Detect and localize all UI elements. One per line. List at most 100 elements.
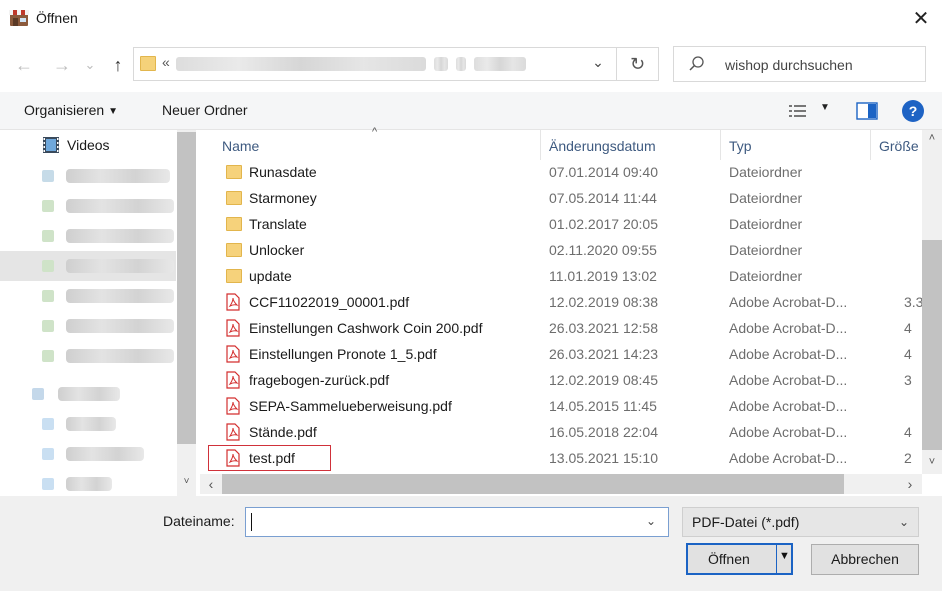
sidebar-item-redacted[interactable] xyxy=(0,281,176,311)
sidebar-item-redacted[interactable] xyxy=(0,439,176,469)
network-icon xyxy=(32,388,44,400)
horizontal-scrollbar-thumb[interactable] xyxy=(222,474,844,494)
sidebar-label-redacted xyxy=(66,199,174,213)
pdf-file-icon xyxy=(226,345,240,363)
organize-button[interactable]: Organisieren ▼ xyxy=(24,102,118,118)
file-date: 26.03.2021 12:58 xyxy=(549,320,658,336)
shop-icon xyxy=(9,10,29,26)
up-button[interactable]: ↑ xyxy=(106,54,130,76)
column-name[interactable]: Name xyxy=(222,138,259,154)
sidebar-label-redacted xyxy=(66,169,170,183)
sidebar-item-label: Videos xyxy=(67,137,110,153)
details-view-icon xyxy=(789,105,806,117)
file-row[interactable]: Einstellungen Pronote 1_5.pdf 26.03.2021 … xyxy=(200,342,922,368)
address-path-redacted xyxy=(456,57,466,71)
navigation-pane[interactable]: Videos ˅ xyxy=(0,130,196,496)
recent-locations-button[interactable]: ⌄ xyxy=(82,54,98,76)
file-row[interactable]: Einstellungen Cashwork Coin 200.pdf 26.03… xyxy=(200,316,922,342)
open-options-arrow-icon[interactable]: ▼ xyxy=(779,550,790,562)
sidebar-item-redacted[interactable] xyxy=(0,161,176,191)
sidebar-item-redacted[interactable] xyxy=(0,311,176,341)
close-button[interactable]: ✕ xyxy=(908,6,934,32)
file-name: Einstellungen Pronote 1_5.pdf xyxy=(249,346,437,362)
address-bar[interactable]: « ⌄ xyxy=(133,47,617,81)
file-row[interactable]: Starmoney 07.05.2014 11:44 Dateiordner xyxy=(200,186,922,212)
folder-icon xyxy=(226,269,242,283)
sidebar-item-redacted[interactable] xyxy=(0,409,176,439)
file-row[interactable]: update 11.01.2019 13:02 Dateiordner xyxy=(200,264,922,290)
filename-dropdown-icon[interactable]: ⌄ xyxy=(646,514,656,528)
scroll-right-button[interactable]: › xyxy=(902,476,918,492)
scroll-down-button[interactable]: ˅ xyxy=(922,456,942,468)
sidebar-scrollbar-thumb[interactable] xyxy=(177,132,196,444)
back-button[interactable]: ← xyxy=(12,54,36,76)
pdf-file-icon xyxy=(226,397,240,415)
file-list-scrollbar-thumb[interactable] xyxy=(922,240,942,450)
scroll-up-button[interactable]: ˄ xyxy=(922,132,942,144)
file-date: 12.02.2019 08:38 xyxy=(549,294,658,310)
column-divider[interactable] xyxy=(540,130,541,160)
search-box[interactable]: wishop durchsuchen xyxy=(673,46,926,82)
column-header-row: ^ Name Änderungsdatum Typ Größe xyxy=(200,126,942,160)
file-date: 11.01.2019 13:02 xyxy=(549,268,657,284)
sidebar-item-selected-redacted[interactable] xyxy=(0,251,176,281)
file-row[interactable]: Runasdate 07.01.2014 09:40 Dateiordner xyxy=(200,160,922,186)
file-type: Dateiordner xyxy=(729,190,803,206)
file-row[interactable]: fragebogen-zurück.pdf 12.02.2019 08:45 Ado… xyxy=(200,368,922,394)
scroll-left-button[interactable]: ‹ xyxy=(203,476,219,492)
file-name: Unlocker xyxy=(249,242,305,258)
refresh-button[interactable]: ↻ xyxy=(617,47,659,81)
open-button[interactable]: Öffnen ▼ xyxy=(686,543,793,575)
search-icon xyxy=(689,56,704,71)
file-type: Dateiordner xyxy=(729,242,803,258)
file-row[interactable]: CCF11022019_00001.pdf 12.02.2019 08:38 Ado… xyxy=(200,290,922,316)
preview-pane-icon[interactable] xyxy=(856,102,878,120)
sidebar-item-redacted[interactable] xyxy=(0,469,176,496)
network-drive-icon xyxy=(42,260,54,272)
help-icon[interactable]: ? xyxy=(902,100,924,122)
column-size[interactable]: Größe xyxy=(879,138,919,154)
sidebar-item-redacted[interactable] xyxy=(0,341,176,371)
file-row[interactable]: Translate 01.02.2017 20:05 Dateiordner xyxy=(200,212,922,238)
filename-label: Dateiname: xyxy=(163,513,235,529)
column-divider[interactable] xyxy=(870,130,871,160)
file-row[interactable]: Stände.pdf 16.05.2018 22:04 Adobe Acrobat-… xyxy=(200,420,922,446)
sidebar-label-redacted xyxy=(66,259,174,273)
sidebar-scroll-down-button[interactable]: ˅ xyxy=(177,476,196,487)
column-divider[interactable] xyxy=(720,130,721,160)
title-bar: Öffnen ✕ xyxy=(0,0,942,38)
organize-arrow-icon: ▼ xyxy=(108,106,119,117)
file-size: 4 xyxy=(904,320,912,336)
file-list[interactable]: Runasdate 07.01.2014 09:40 Dateiordner Star… xyxy=(200,160,922,474)
address-dropdown-button[interactable]: ⌄ xyxy=(586,54,610,74)
sidebar-item-redacted[interactable] xyxy=(0,379,176,409)
file-date: 13.05.2021 15:10 xyxy=(549,450,658,466)
file-row[interactable]: SEPA-Sammelueberweisung.pdf 14.05.2015 11… xyxy=(200,394,922,420)
sidebar-item-redacted[interactable] xyxy=(0,221,176,251)
computer-icon xyxy=(42,418,54,430)
change-view-button[interactable]: ▼ xyxy=(788,101,832,121)
file-type-dropdown-icon: ⌄ xyxy=(899,515,910,529)
filename-field[interactable]: ⌄ xyxy=(245,507,669,537)
file-type-select[interactable]: PDF-Datei (*.pdf) ⌄ xyxy=(682,507,919,537)
cancel-button[interactable]: Abbrechen xyxy=(811,544,919,575)
file-type: Adobe Acrobat-D... xyxy=(729,372,848,388)
file-row[interactable]: Unlocker 02.11.2020 09:55 Dateiordner xyxy=(200,238,922,264)
sidebar-item-videos[interactable]: Videos xyxy=(0,130,176,160)
new-folder-button[interactable]: Neuer Ordner xyxy=(162,102,248,118)
file-size: 3.3 xyxy=(904,294,922,310)
folder-icon xyxy=(226,165,242,179)
forward-button[interactable]: → xyxy=(50,54,74,76)
file-name: fragebogen-zurück.pdf xyxy=(249,372,390,388)
file-name: SEPA-Sammelueberweisung.pdf xyxy=(249,398,452,414)
sidebar-item-redacted[interactable] xyxy=(0,191,176,221)
sidebar-label-redacted xyxy=(66,289,174,303)
network-drive-icon xyxy=(42,350,54,362)
column-date[interactable]: Änderungsdatum xyxy=(549,138,656,154)
open-split-divider xyxy=(776,545,777,573)
file-type: Dateiordner xyxy=(729,164,803,180)
column-type[interactable]: Typ xyxy=(729,138,752,154)
text-caret xyxy=(251,513,252,531)
address-chevron[interactable]: « xyxy=(162,54,170,70)
address-path-redacted xyxy=(474,57,526,71)
